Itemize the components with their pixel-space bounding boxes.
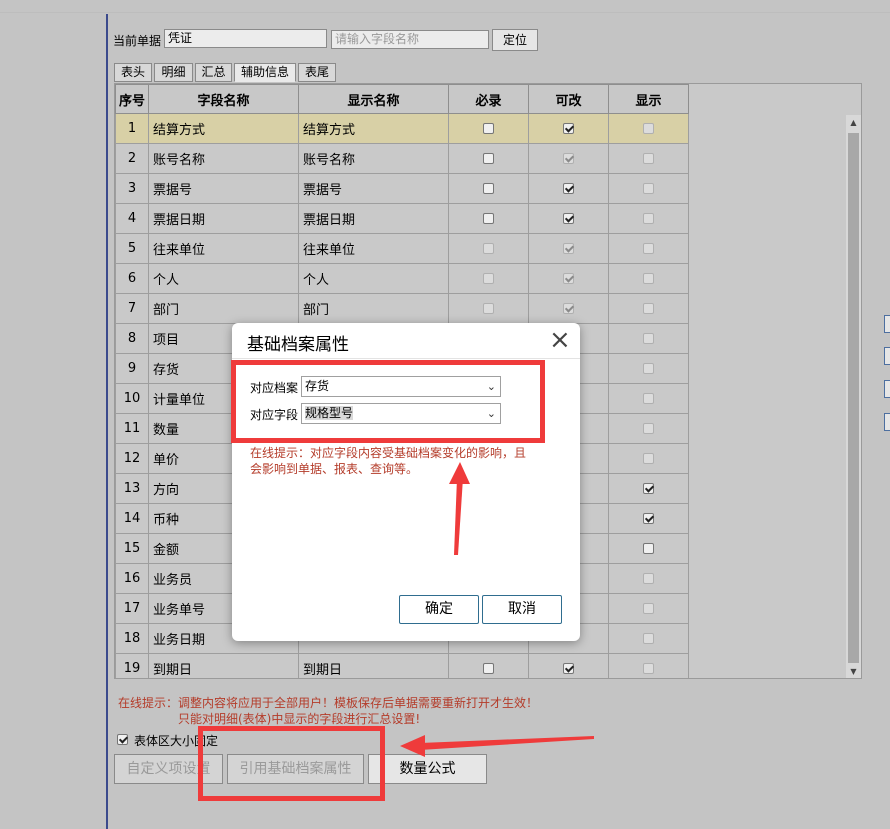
annotation-arrows <box>400 462 594 757</box>
annotation-arrow-up-shaft <box>454 478 463 555</box>
annotation-arrow-left-head <box>400 735 425 757</box>
annotation-arrow-left-shaft <box>420 736 594 750</box>
annotation-arrow-up-head <box>449 462 470 484</box>
